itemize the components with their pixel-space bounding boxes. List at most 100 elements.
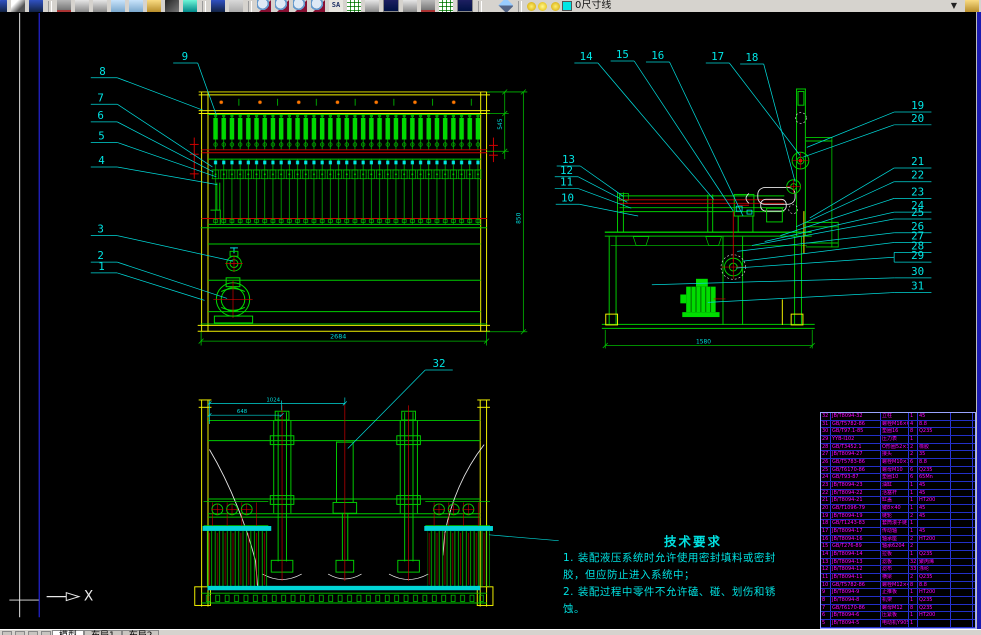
table-row: 8 JB/T8094-8 机架 1 Q235 — [821, 597, 975, 605]
status-bar: 模型 布局1 布局2 — [0, 629, 981, 635]
tab-nav-prev-icon[interactable] — [15, 631, 25, 635]
matchprops-icon[interactable] — [165, 0, 179, 12]
cell-grid-icon[interactable] — [439, 0, 453, 12]
tab-nav-first-icon[interactable] — [2, 631, 12, 635]
front-view: 545 850 2684 — [189, 89, 528, 346]
layer-freeze-icon[interactable] — [538, 2, 547, 11]
table-row: 21 JB/T8094-21 缸盖 1 HT200 — [821, 497, 975, 506]
zoom-in-icon[interactable] — [293, 0, 307, 12]
table-row: 20 GB/T1096-79 键8×40 1 45 — [821, 505, 975, 513]
table-row: 15 GB/T276-89 轴承6204 2 — [821, 543, 975, 552]
table-row: 12 JB/T8094-12 滤布 33 涤纶 — [821, 566, 975, 575]
toolbar-separator — [518, 1, 522, 12]
copy-icon[interactable] — [111, 0, 125, 12]
text-style-icon[interactable]: SA — [329, 0, 343, 12]
tab-nav-last-icon[interactable] — [41, 631, 51, 635]
side-motor — [680, 278, 726, 318]
tech-req-title: 技术要求 — [663, 534, 722, 549]
spell-icon[interactable] — [93, 0, 107, 12]
toolbar-separator — [478, 1, 482, 12]
dim-front-width: 2684 — [330, 333, 346, 341]
tab-model[interactable]: 模型 — [52, 630, 85, 635]
svg-text:5: 5 — [98, 130, 105, 143]
dim-front-h1: 545 — [498, 118, 504, 129]
svg-text:8: 8 — [99, 65, 106, 78]
svg-text:32: 32 — [433, 357, 446, 370]
render-icon[interactable] — [403, 0, 417, 12]
dim-plan-1: 1024 — [266, 397, 280, 403]
zoom-window-icon[interactable] — [257, 0, 271, 12]
table-row: 5JB/T8094-5电动机Y90S-4 1 — [821, 620, 975, 628]
table-row: 31GB/T5782-86螺栓M16×60 48.8 — [821, 420, 975, 429]
tech-req-line: 1. 装配液压系统时允许使用密封填料或密封 — [563, 552, 776, 564]
table-row: 14 JB/T8094-14 拉板 1 Q235 — [821, 551, 975, 559]
filter-group-left — [202, 501, 272, 587]
ucs-x-label: X — [84, 589, 93, 605]
table-row: 22 JB/T8094-22 活塞杆 1 45 — [821, 489, 975, 498]
paste-icon[interactable] — [129, 0, 143, 12]
preview-icon[interactable] — [75, 0, 89, 12]
table-row: 23 JB/T8094-23 油缸 1 45 — [821, 482, 975, 490]
layer-color-swatch[interactable] — [562, 1, 572, 11]
svg-text:31: 31 — [911, 280, 924, 293]
plot-icon[interactable] — [57, 0, 71, 12]
table-row: 27 JB/T8094-27 接头 2 35 — [821, 451, 975, 460]
tab-nav-next-icon[interactable] — [28, 631, 38, 635]
table-row: 19 JB/T8094-19 链轮 2 45 — [821, 512, 975, 521]
layer-on-icon[interactable] — [527, 2, 536, 11]
svg-text:6: 6 — [97, 109, 104, 122]
properties-icon[interactable] — [457, 0, 473, 12]
modify-icon[interactable] — [965, 0, 979, 12]
side-column — [786, 88, 839, 254]
tech-req-line: 2. 装配过程中零件不允许磕、碰、划伤和锈 — [563, 586, 776, 598]
canvas-right-border — [976, 12, 981, 629]
pan-icon[interactable] — [229, 0, 243, 12]
partial-icon[interactable] — [0, 0, 7, 12]
redo-icon[interactable] — [211, 0, 225, 12]
table-row: 18 GB/T1243-83 套筒滚子链 1 — [821, 520, 975, 529]
display-icon[interactable] — [383, 0, 399, 12]
svg-text:10: 10 — [561, 191, 574, 204]
layer-name-text[interactable]: 0尺寸线 — [575, 0, 611, 12]
table-row: 6 JB/T8094-6 压紧板 1 HT200 — [821, 612, 975, 621]
table-row: 7 GB/T6170-86 螺母M12 8 Q235 — [821, 604, 975, 613]
svg-text:20: 20 — [911, 112, 924, 125]
svg-text:1: 1 — [98, 260, 105, 273]
zoom-dynamic-icon[interactable] — [275, 0, 289, 12]
drawing-canvas[interactable]: X 545 850 2684 1580 1024 648 8 7 6 5 4 9… — [0, 12, 981, 629]
bom-rows: 32JB/T8094-32立柱 145 31GB/T5782-86螺栓M16×6… — [821, 413, 975, 628]
svg-text:9: 9 — [182, 50, 189, 63]
plan-view: 1024 648 — [194, 397, 559, 607]
dim-side-width: 1580 — [696, 340, 711, 346]
print-icon[interactable] — [421, 0, 435, 12]
layout-icon[interactable] — [365, 0, 379, 12]
pointer-icon[interactable] — [11, 0, 25, 12]
table-row: 11 JB/T8094-11 横梁 2 Q235 — [821, 574, 975, 582]
svg-text:21: 21 — [911, 155, 924, 168]
svg-text:18: 18 — [745, 51, 758, 64]
table-icon[interactable] — [347, 0, 361, 12]
cad-window: SA 0尺寸线 ▼ X 545 850 2684 1580 1024 648 8… — [0, 0, 981, 635]
layer-lock-icon[interactable] — [551, 2, 560, 11]
svg-text:23: 23 — [911, 185, 924, 198]
ucs-and-borders: X — [9, 12, 93, 618]
tech-req-line: 蚀。 — [563, 603, 585, 615]
layer-dropdown-arrow[interactable]: ▼ — [951, 0, 957, 12]
table-row: 25 GB/T6170-86 螺母M10 6 Q235 — [821, 466, 975, 475]
zoom-out-icon[interactable] — [311, 0, 325, 12]
filter-group-right — [424, 501, 493, 587]
svg-text:19: 19 — [911, 99, 924, 112]
svg-text:30: 30 — [911, 265, 924, 278]
svg-text:29: 29 — [911, 249, 924, 262]
save-icon[interactable] — [29, 0, 43, 12]
svg-text:25: 25 — [911, 206, 924, 219]
svg-text:14: 14 — [580, 50, 593, 63]
tab-layout2[interactable]: 布局2 — [121, 630, 160, 635]
open-icon[interactable] — [147, 0, 161, 12]
toolbar-separator — [202, 1, 206, 12]
tab-layout1[interactable]: 布局1 — [84, 630, 122, 635]
technical-requirements: 技术要求 1. 装配液压系统时允许使用密封填料或密封 胶，但应防止进入系统中； … — [563, 531, 823, 618]
table-row: 24 GB/T93-87 垫圈10 6 65Mn — [821, 474, 975, 483]
dim-plan-2: 648 — [237, 409, 248, 415]
undo-icon[interactable] — [183, 0, 197, 12]
